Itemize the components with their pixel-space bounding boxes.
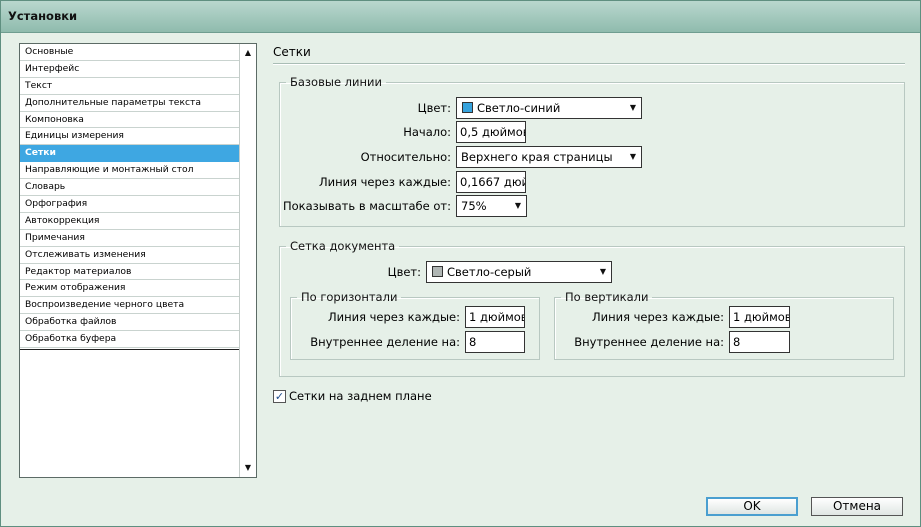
horizontal-increment-input[interactable]: 1 дюймов [465,306,525,328]
baseline-color-dropdown[interactable]: Светло-синий ▼ [456,97,642,119]
horizontal-subdivision-label: Внутреннее деление на: [310,335,460,349]
ok-button[interactable]: OK [706,497,798,516]
baseline-relative-dropdown[interactable]: Верхнего края страницы ▼ [456,146,642,168]
scroll-up-arrow-icon[interactable]: ▲ [240,46,256,60]
category-item[interactable]: Обработка файлов [20,314,240,332]
section-divider [273,63,905,65]
vertical-increment-label: Линия через каждые: [591,310,724,324]
baseline-start-label: Начало: [403,125,451,139]
category-item[interactable]: Направляющие и монтажный стол [20,162,240,180]
baseline-legend: Базовые линии [290,75,382,89]
category-item[interactable]: Сетки [20,145,240,163]
category-item[interactable]: Компоновка [20,112,240,129]
category-item[interactable]: Редактор материалов [20,264,240,281]
baseline-increment-label: Линия через каждые: [318,175,451,189]
vertical-increment-input[interactable]: 1 дюймов [729,306,790,328]
category-item[interactable]: Режим отображения [20,280,240,298]
list-end-divider [20,349,240,350]
baseline-relative-value: Верхнего края страницы [461,150,613,164]
vertical-group: По вертикали [554,290,894,360]
document-grid-color-swatch [432,266,443,277]
category-item[interactable]: Основные [20,44,240,61]
baseline-threshold-value: 75% [461,199,487,213]
category-item[interactable]: Орфография [20,196,240,213]
category-item[interactable]: Воспроизведение черного цвета [20,297,240,315]
section-title: Сетки [273,45,311,59]
baseline-threshold-dropdown[interactable]: 75% ▼ [456,195,527,217]
window-title: Установки [8,9,78,23]
dropdown-arrow-icon: ▼ [629,103,636,112]
title-bar[interactable]: Установки [1,1,920,33]
category-item[interactable]: Интерфейс [20,61,240,78]
grids-in-back-label[interactable]: Сетки на заднем плане [289,389,432,403]
document-grid-legend: Сетка документа [290,239,396,253]
baseline-start-input[interactable]: 0,5 дюймов [456,121,526,143]
category-item[interactable]: Дополнительные параметры текста [20,95,240,112]
scroll-down-arrow-icon[interactable]: ▼ [240,461,256,475]
baseline-relative-label: Относительно: [360,150,451,164]
category-item[interactable]: Автокоррекция [20,213,240,230]
dropdown-arrow-icon: ▼ [514,201,521,210]
document-grid-color-value: Светло-серый [447,265,532,279]
document-grid-color-label: Цвет: [387,265,421,279]
baseline-color-value: Светло-синий [477,101,561,115]
baseline-threshold-label: Показывать в масштабе от: [282,199,451,213]
category-item[interactable]: Единицы измерения [20,128,240,146]
baseline-increment-input[interactable]: 0,1667 дюй [456,171,526,193]
vertical-subdivision-label: Внутреннее деление на: [574,335,724,349]
vertical-legend: По вертикали [565,290,649,304]
category-list[interactable]: Основные Интерфейс Текст Дополнительные пар… [19,43,257,478]
preferences-dialog: Установки Основные Интерфейс Текст Дополнит… [0,0,921,527]
category-scrollbar[interactable]: ▲ ▼ [239,44,256,477]
horizontal-subdivision-input[interactable]: 8 [465,331,525,353]
vertical-subdivision-input[interactable]: 8 [729,331,790,353]
category-item[interactable]: Обработка буфера [20,331,240,349]
cancel-button[interactable]: Отмена [811,497,903,516]
horizontal-increment-label: Линия через каждые: [327,310,460,324]
category-item[interactable]: Текст [20,78,240,95]
baseline-color-swatch [462,102,473,113]
horizontal-legend: По горизонтали [301,290,398,304]
category-item[interactable]: Примечания [20,230,240,247]
baseline-color-label: Цвет: [417,101,451,115]
category-items: Основные Интерфейс Текст Дополнительные пар… [20,44,240,349]
grids-in-back-checkbox[interactable]: ✓ [273,390,286,403]
category-item[interactable]: Словарь [20,179,240,197]
dropdown-arrow-icon: ▼ [599,267,606,276]
document-grid-color-dropdown[interactable]: Светло-серый ▼ [426,261,612,283]
dropdown-arrow-icon: ▼ [629,152,636,161]
category-item[interactable]: Отслеживать изменения [20,247,240,264]
